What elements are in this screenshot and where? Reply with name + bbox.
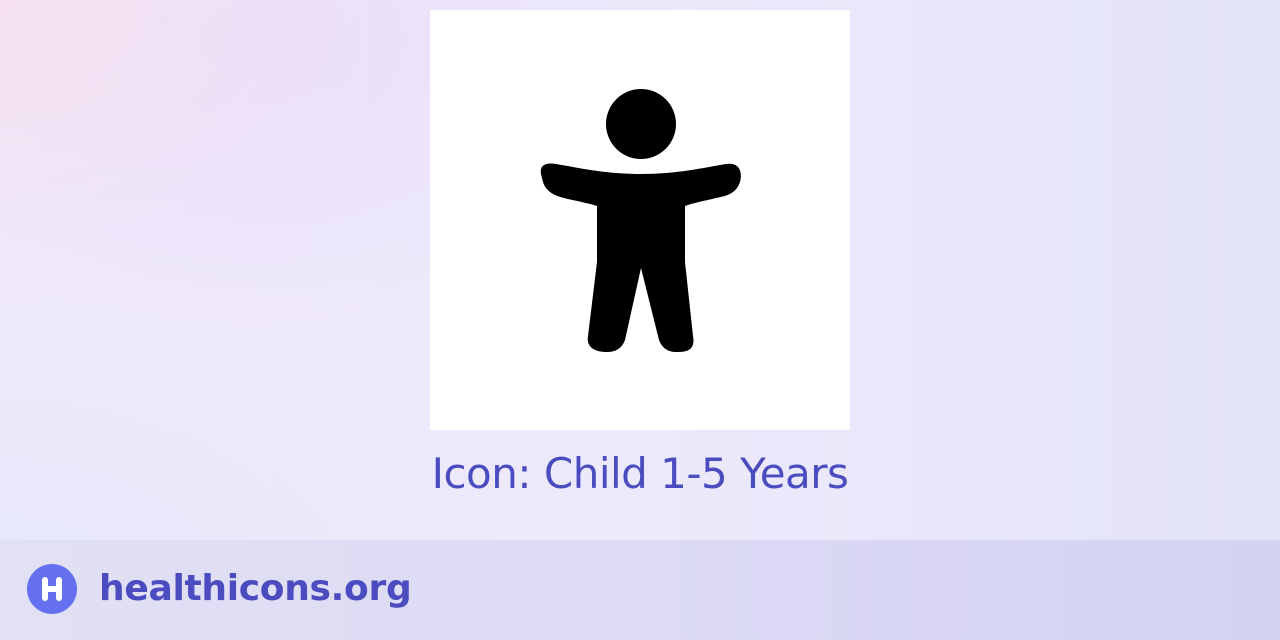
icon-title: Icon: Child 1-5 Years bbox=[431, 449, 849, 498]
icon-preview-card bbox=[430, 10, 850, 430]
footer-bar: healthicons.org bbox=[0, 540, 1280, 640]
site-name: healthicons.org bbox=[99, 568, 412, 609]
child-1-5-years-icon bbox=[540, 89, 741, 352]
healthicons-logo-icon bbox=[27, 564, 77, 614]
